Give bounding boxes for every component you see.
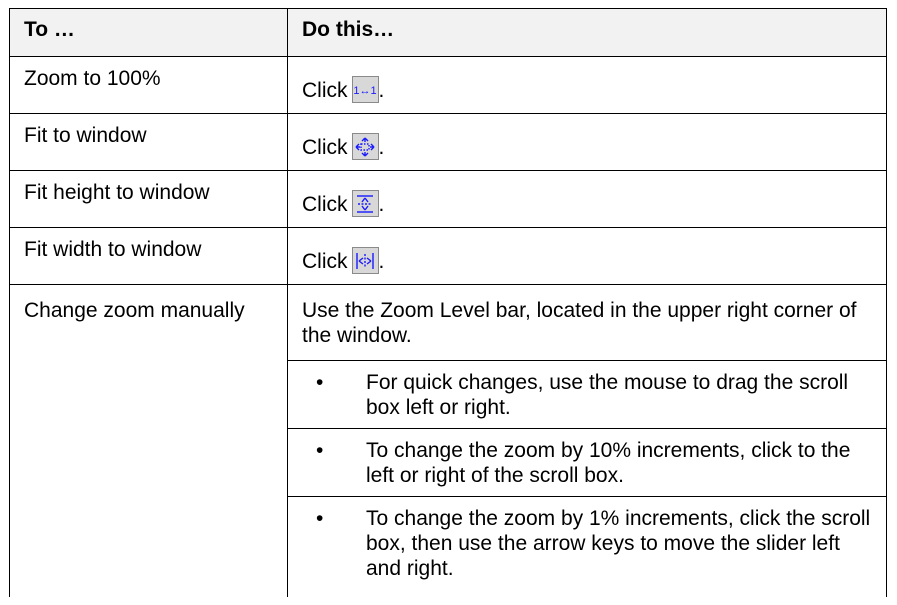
- action-label: Zoom to 100%: [24, 67, 161, 90]
- action-label: Fit height to window: [24, 181, 210, 204]
- table-row: Zoom to 100% Click 1↔1 .: [9, 57, 887, 114]
- divider: [288, 428, 886, 429]
- click-text: Click: [302, 250, 348, 273]
- table-row: Fit height to window Click .: [9, 171, 887, 228]
- action-label: Change zoom manually: [24, 299, 245, 322]
- click-text: Click: [302, 193, 348, 216]
- divider: [288, 496, 886, 497]
- header-do-this: Do this…: [302, 18, 395, 41]
- zoom-100-icon-text: 1↔1: [353, 85, 376, 97]
- fit-width-icon[interactable]: [351, 247, 379, 274]
- table-row: Fit width to window Click .: [9, 228, 887, 285]
- table-header-row: To … Do this…: [9, 8, 887, 57]
- fit-window-icon[interactable]: [351, 133, 379, 160]
- click-text: Click: [302, 79, 348, 102]
- click-text: Click: [302, 136, 348, 159]
- header-to: To …: [24, 18, 75, 41]
- manual-intro: Use the Zoom Level bar, located in the u…: [302, 299, 857, 347]
- table-row: Fit to window Click .: [9, 114, 887, 171]
- fit-height-icon[interactable]: [351, 190, 379, 217]
- zoom-100-icon[interactable]: 1↔1: [351, 76, 379, 103]
- zoom-instructions-table: To … Do this… Zoom to 100% Click 1↔1 . F…: [9, 8, 887, 597]
- action-label: Fit width to window: [24, 238, 202, 261]
- divider: [288, 360, 886, 361]
- action-label: Fit to window: [24, 124, 147, 147]
- table-row: Change zoom manually Use the Zoom Level …: [9, 285, 887, 597]
